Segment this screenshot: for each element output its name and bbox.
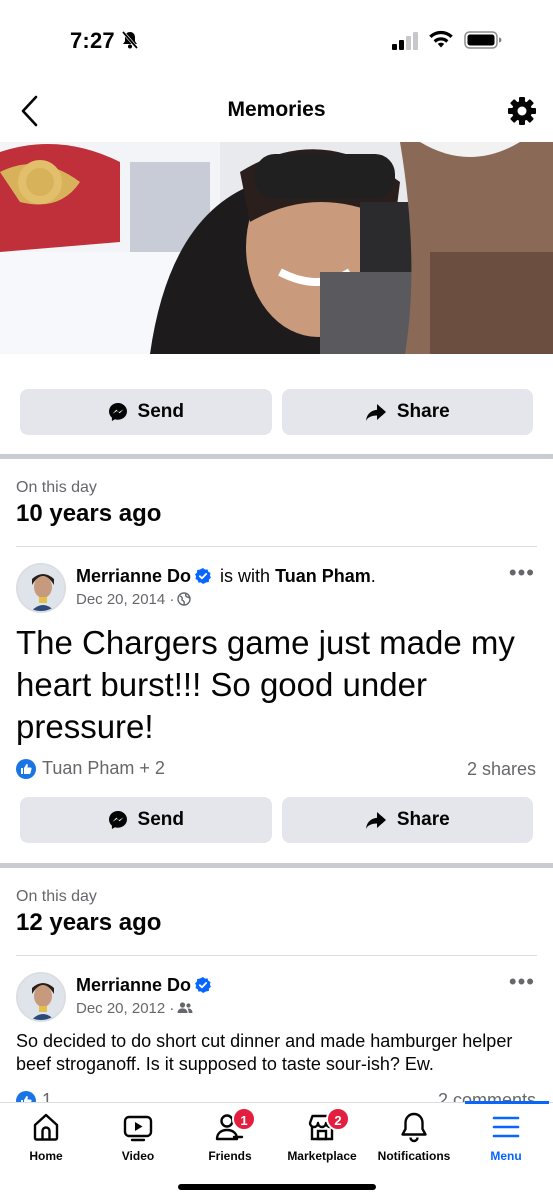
share-button[interactable]: Share [281, 797, 533, 843]
status-bar: 7:27 [0, 0, 553, 80]
section-divider [0, 863, 553, 868]
tab-label: Friends [208, 1149, 252, 1163]
video-icon [123, 1115, 153, 1142]
tab-label: Home [29, 1149, 63, 1163]
post-author-line: Merrianne Do is with Tuan Pham. [76, 566, 376, 587]
tab-notifications[interactable]: Notifications [368, 1111, 460, 1171]
author-name[interactable]: Merrianne Do [76, 566, 191, 586]
tab-label: Video [121, 1149, 155, 1163]
send-button[interactable]: Send [20, 389, 272, 435]
memory-photo-image [0, 142, 553, 354]
tab-home[interactable]: Home [0, 1111, 92, 1171]
cellular-signal-icon [392, 32, 418, 50]
page-title: Memories [227, 98, 326, 121]
avatar[interactable] [16, 563, 66, 613]
on-this-day-label: On this day [16, 888, 97, 905]
post-text: So decided to do short cut dinner and ma… [16, 1031, 513, 1074]
share-label: Share [396, 809, 450, 830]
tab-marketplace[interactable]: 2 Marketplace [276, 1107, 368, 1171]
share-arrow-icon [365, 812, 386, 829]
home-indicator[interactable] [178, 1184, 376, 1190]
years-ago-title: 10 years ago [16, 500, 162, 527]
messenger-icon [108, 811, 127, 829]
active-tab-indicator [465, 1101, 549, 1104]
shares-count[interactable]: 2 shares [467, 759, 536, 780]
verified-badge-icon [195, 568, 211, 584]
with-text: is with [220, 566, 271, 586]
share-label: Share [396, 401, 450, 422]
wifi-icon [429, 30, 453, 48]
top-header: Memories [0, 80, 553, 142]
more-options-button[interactable]: ••• [509, 971, 535, 993]
bell-off-icon [121, 31, 139, 49]
author-name[interactable]: Merrianne Do [76, 975, 191, 995]
section-divider [0, 454, 553, 459]
send-label: Send [137, 401, 184, 422]
tab-friends[interactable]: 1 Friends [184, 1107, 276, 1171]
menu-icon [492, 1116, 520, 1138]
reactions-summary[interactable]: Tuan Pham + 2 [16, 758, 165, 779]
more-options-button[interactable]: ••• [509, 562, 535, 584]
memory-photo[interactable] [0, 142, 553, 354]
globe-icon [177, 592, 192, 606]
messenger-icon [108, 403, 127, 421]
with-period: . [370, 566, 376, 586]
post-date: Dec 20, 2014 · [76, 591, 175, 608]
notification-badge: 1 [232, 1107, 256, 1131]
send-button[interactable]: Send [20, 797, 272, 843]
tab-label: Marketplace [287, 1149, 357, 1163]
tab-video[interactable]: Video [92, 1111, 184, 1171]
post-date: Dec 20, 2012 · [76, 1000, 175, 1017]
avatar[interactable] [16, 972, 66, 1022]
reactions-text: Tuan Pham + 2 [42, 758, 165, 778]
divider [16, 955, 537, 956]
friends-icon [177, 1002, 193, 1013]
bell-icon [401, 1112, 427, 1143]
divider [16, 546, 537, 547]
like-reaction-icon [16, 758, 36, 779]
on-this-day-label: On this day [16, 479, 97, 496]
years-ago-title: 12 years ago [16, 909, 162, 936]
home-icon [33, 1113, 59, 1141]
post-meta: Dec 20, 2012 · [76, 1000, 193, 1017]
post-author-line: Merrianne Do [76, 975, 215, 996]
status-time: 7:27 [70, 28, 115, 53]
memory-2-actions: Send Share [20, 797, 533, 843]
share-arrow-icon [365, 404, 386, 421]
settings-button[interactable] [507, 94, 537, 128]
gear-icon [508, 97, 536, 125]
notification-badge: 2 [326, 1107, 350, 1131]
send-label: Send [137, 809, 184, 830]
post-text: The Chargers game just made my heart bur… [16, 624, 515, 745]
tab-label: Notifications [377, 1149, 451, 1163]
tab-menu[interactable]: Menu [460, 1111, 552, 1171]
post-meta: Dec 20, 2014 · [76, 591, 192, 608]
avatar-image [18, 974, 64, 1020]
memory-1-actions: Send Share [20, 389, 533, 435]
tagged-name[interactable]: Tuan Pham [275, 566, 371, 586]
battery-icon [464, 31, 502, 49]
share-button[interactable]: Share [281, 389, 533, 435]
avatar-image [18, 565, 64, 611]
tab-label: Menu [490, 1149, 522, 1163]
verified-badge-icon [195, 977, 211, 993]
